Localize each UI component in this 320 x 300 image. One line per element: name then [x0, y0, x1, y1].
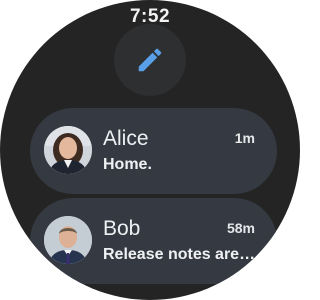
watch-screen: 7:52 Alice 1m Home. Bob 58m Release note… [0, 0, 300, 300]
message-time: 58m [226, 220, 255, 236]
avatar [44, 216, 92, 264]
message-preview: Home. [103, 156, 152, 173]
conversation-item-bob[interactable]: Bob 58m Release notes are… [30, 198, 277, 284]
message-preview: Release notes are… [103, 246, 256, 263]
contact-name: Alice [103, 127, 149, 150]
conversation-item-alice[interactable]: Alice 1m Home. [30, 108, 277, 194]
contact-name: Bob [103, 217, 141, 240]
pencil-icon [138, 48, 162, 72]
compose-button[interactable] [114, 24, 186, 96]
avatar [44, 126, 92, 174]
message-time: 1m [234, 130, 255, 146]
